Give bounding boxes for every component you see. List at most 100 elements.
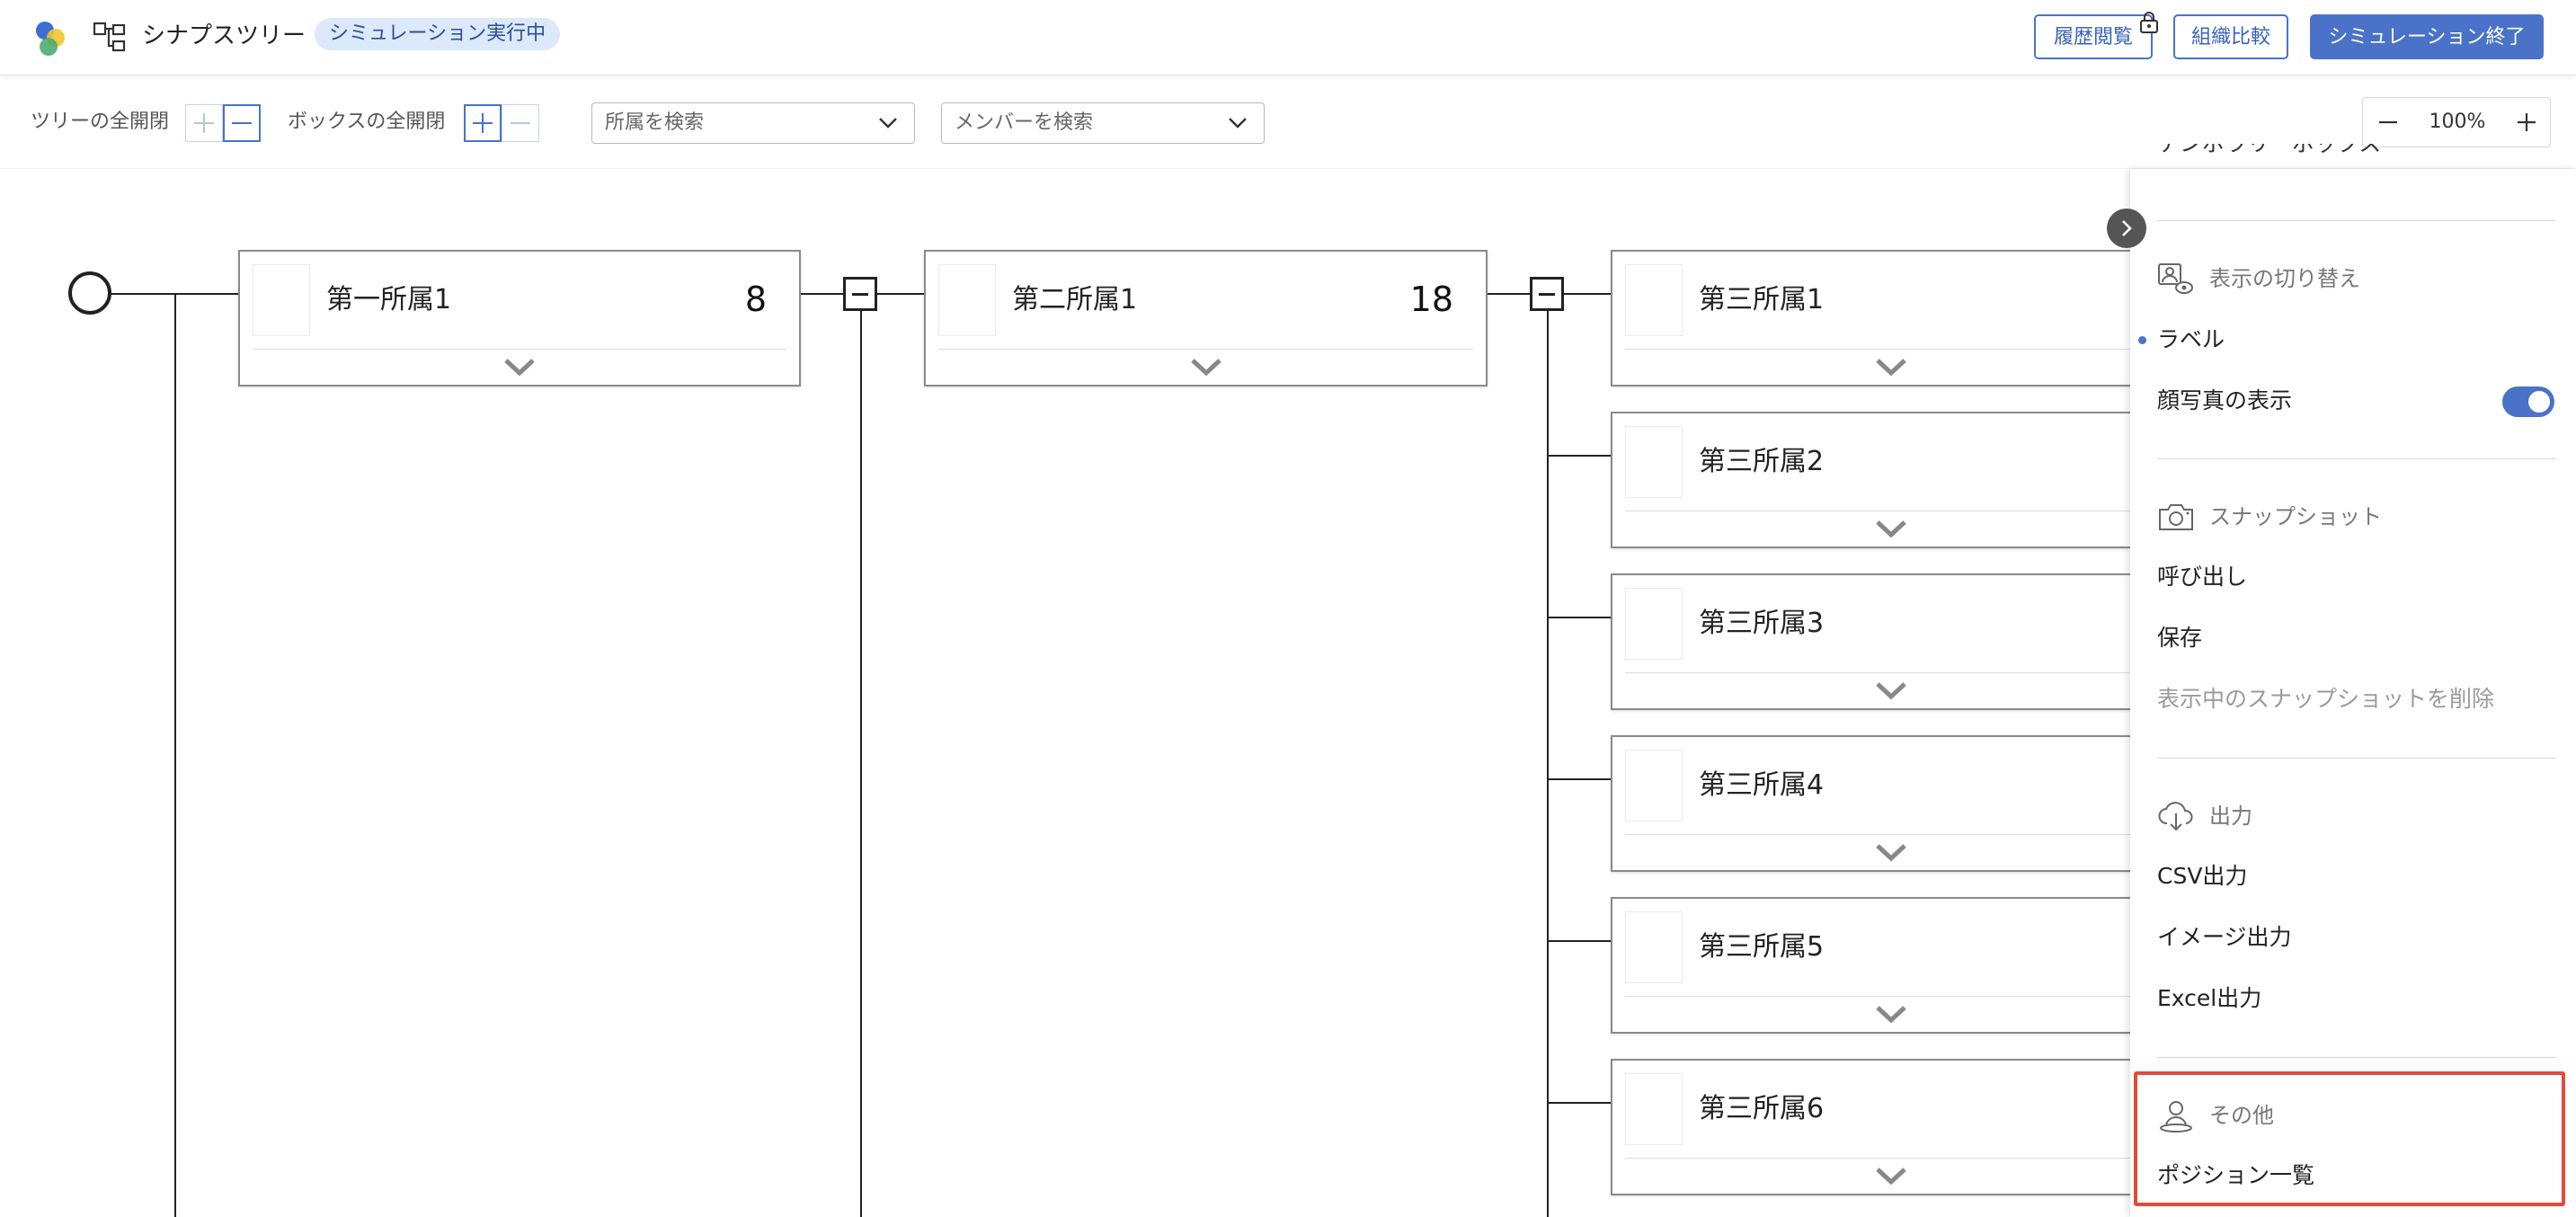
box-divider — [1625, 834, 2130, 835]
face-photo-placeholder — [1625, 911, 1683, 983]
org-box-level3[interactable]: 第三所属6 — [1611, 1059, 2130, 1195]
zoom-out-button[interactable] — [2363, 98, 2413, 147]
connector-line — [1547, 455, 1612, 457]
org-tree-canvas[interactable]: 第一所属1 8 第二所属1 18 第三所属1 第三所属2 第三所属3 第三所属4 — [0, 171, 2130, 1217]
org-box-name: 第二所属1 — [1012, 284, 1138, 315]
cloud-download-icon — [2158, 802, 2193, 831]
org-box-level3[interactable]: 第三所属5 — [1611, 897, 2130, 1034]
zoom-control: 100% — [2362, 97, 2551, 147]
other-section: その他 — [2157, 1097, 2274, 1133]
chevron-down-icon[interactable] — [1876, 520, 1906, 539]
org-box-level3[interactable]: 第三所属4 — [1611, 735, 2130, 872]
display-switch-icon — [2158, 263, 2193, 294]
org-box-level3[interactable]: 第三所属3 — [1611, 573, 2130, 710]
connector-line — [1547, 1102, 1612, 1104]
app-title: シナプスツリー — [142, 22, 306, 49]
minus-icon — [232, 122, 252, 124]
face-photo-placeholder — [1625, 264, 1683, 336]
panel-divider — [2157, 1057, 2556, 1058]
position-list-item[interactable]: ポジション一覧 — [2157, 1158, 2314, 1194]
collapse-level2-button[interactable] — [843, 277, 877, 311]
chevron-down-icon — [1229, 118, 1247, 129]
tree-toggle-label: ツリーの全開閉 — [31, 111, 170, 133]
collapse-level3-button[interactable] — [1530, 277, 1564, 311]
camera-icon — [2159, 504, 2193, 530]
org-tree-icon — [93, 22, 126, 52]
face-photo-placeholder — [253, 264, 310, 336]
history-view-button[interactable]: 履歴閲覧 — [2034, 14, 2153, 59]
org-box-level3[interactable]: 第三所属2 — [1611, 412, 2130, 548]
member-search-select[interactable]: メンバーを検索 — [941, 102, 1265, 144]
box-divider — [938, 349, 1473, 350]
org-box-member-count: 8 — [744, 280, 767, 319]
export-section: 出力 — [2157, 798, 2252, 834]
panel-collapse-button[interactable] — [2107, 209, 2146, 248]
panel-divider — [2157, 220, 2556, 221]
box-divider — [1625, 996, 2130, 997]
box-divider — [1625, 672, 2130, 673]
connector-line — [1547, 293, 1549, 1217]
chevron-down-icon[interactable] — [1876, 1167, 1906, 1186]
org-box-name: 第三所属2 — [1699, 446, 1825, 477]
face-photo-display-item: 顔写真の表示 — [2157, 387, 2293, 413]
snapshot-title: スナップショット — [2209, 504, 2382, 529]
minus-icon — [2379, 120, 2397, 124]
org-box-name: 第三所属6 — [1699, 1093, 1825, 1124]
org-box-level3[interactable]: 第三所属1 — [1611, 250, 2130, 386]
org-box-name: 第三所属4 — [1699, 769, 1825, 801]
box-divider — [253, 349, 786, 350]
other-title: その他 — [2209, 1103, 2274, 1128]
lock-icon — [2140, 12, 2158, 33]
tree-expand-all-button[interactable] — [185, 104, 223, 142]
chevron-down-icon[interactable] — [504, 358, 535, 378]
simulation-status-badge: シミュレーション実行中 — [315, 18, 561, 50]
connector-line — [860, 293, 862, 1217]
panel-divider — [2157, 758, 2556, 759]
department-search-placeholder: 所属を検索 — [605, 111, 705, 134]
plus-icon — [473, 113, 493, 133]
connector-line — [1547, 940, 1612, 942]
end-simulation-button[interactable]: シミュレーション終了 — [2310, 14, 2544, 59]
org-box-member-count: 18 — [1409, 280, 1453, 319]
org-compare-button[interactable]: 組織比較 — [2173, 14, 2288, 59]
face-photo-toggle[interactable] — [2502, 386, 2554, 417]
panel-divider — [2157, 458, 2556, 459]
snapshot-save-item[interactable]: 保存 — [2157, 620, 2202, 656]
org-box-level1[interactable]: 第一所属1 8 — [238, 250, 801, 386]
app-logo-icon[interactable] — [29, 16, 72, 59]
tree-collapse-all-button[interactable] — [223, 104, 261, 142]
org-box-name: 第三所属3 — [1699, 608, 1825, 639]
minus-icon — [511, 122, 530, 124]
chevron-down-icon[interactable] — [1876, 681, 1906, 701]
chevron-down-icon[interactable] — [1190, 358, 1221, 378]
org-box-level2[interactable]: 第二所属1 18 — [924, 250, 1488, 386]
chevron-down-icon[interactable] — [1876, 843, 1906, 863]
box-collapse-all-button[interactable] — [502, 104, 539, 142]
box-divider — [1625, 1158, 2130, 1159]
org-box-name: 第三所属1 — [1699, 284, 1825, 315]
snapshot-recall-item[interactable]: 呼び出し — [2157, 559, 2247, 595]
person-position-icon — [2160, 1101, 2192, 1133]
face-photo-placeholder — [1625, 426, 1683, 498]
connector-line — [174, 293, 176, 1217]
box-expand-all-button[interactable] — [464, 104, 502, 142]
chevron-down-icon[interactable] — [1876, 1005, 1906, 1025]
chevron-down-icon[interactable] — [1876, 358, 1906, 378]
image-export-item[interactable]: イメージ出力 — [2157, 919, 2292, 955]
excel-export-item[interactable]: Excel出力 — [2157, 981, 2261, 1017]
zoom-level: 100% — [2429, 111, 2486, 133]
tree-root-node[interactable] — [68, 271, 111, 315]
temporary-box-item[interactable]: テンポラリーボックス — [2157, 144, 2381, 160]
connector-line — [1547, 617, 1612, 618]
department-search-select[interactable]: 所属を検索 — [591, 102, 915, 144]
face-photo-placeholder — [1625, 750, 1683, 822]
face-photo-placeholder — [1625, 1073, 1683, 1145]
export-title: 出力 — [2209, 804, 2252, 829]
csv-export-item[interactable]: CSV出力 — [2157, 858, 2247, 894]
plus-icon — [194, 113, 214, 133]
box-divider — [1625, 349, 2130, 350]
label-display-item[interactable]: ラベル — [2157, 322, 2225, 358]
zoom-in-button[interactable] — [2501, 98, 2552, 147]
face-photo-placeholder — [1625, 588, 1683, 660]
org-box-name: 第三所属5 — [1699, 931, 1825, 963]
